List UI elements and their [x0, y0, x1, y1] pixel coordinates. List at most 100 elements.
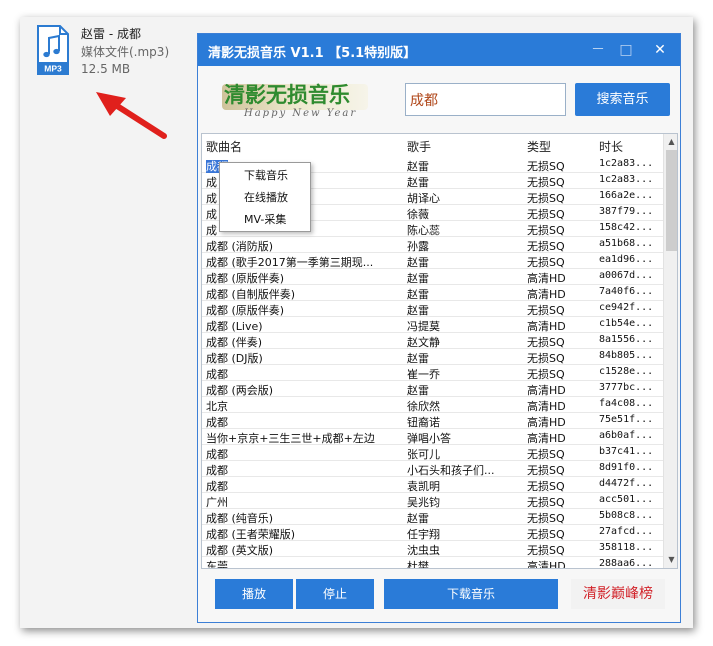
- artist-cell: 赵雷: [407, 384, 429, 397]
- artist-cell: 小石头和孩子们...: [407, 464, 495, 477]
- duration-cell: c1b54e...: [599, 318, 654, 329]
- type-cell: 高清HD: [527, 416, 566, 429]
- duration-cell: a6b0af...: [599, 430, 654, 441]
- annotation-arrow-icon: [96, 92, 167, 139]
- artist-cell: 赵雷: [407, 352, 429, 365]
- rank-link[interactable]: 清影巅峰榜: [571, 579, 665, 609]
- duration-cell: 358118...: [599, 542, 654, 553]
- type-cell: 无损SQ: [527, 304, 565, 317]
- app-window: 清影无损音乐 V1.1 【5.1特别版】 － □ ✕ 清影无损音乐 Happy …: [197, 33, 681, 623]
- vertical-scrollbar[interactable]: ▲ ▼: [663, 134, 677, 568]
- stop-button[interactable]: 停止: [296, 579, 374, 609]
- table-row[interactable]: 成都 (自制版伴奏) 赵雷 高清HD 7a40f6...: [202, 285, 663, 301]
- column-header-duration[interactable]: 时长: [599, 138, 623, 155]
- type-cell: 无损SQ: [527, 352, 565, 365]
- context-menu-mv[interactable]: MV-采集: [220, 210, 310, 230]
- duration-cell: 8d91f0...: [599, 462, 654, 473]
- table-row[interactable]: 成都 (Live) 冯提莫 高清HD c1b54e...: [202, 317, 663, 333]
- type-cell: 无损SQ: [527, 192, 565, 205]
- table-row[interactable]: 东莞 杜樊 高清HD 288aa6...: [202, 557, 663, 569]
- song-name-cell: 东莞: [206, 560, 228, 569]
- context-menu-download[interactable]: 下载音乐: [220, 166, 310, 186]
- duration-cell: 1c2a83...: [599, 158, 654, 169]
- music-file-icon: MP3: [37, 25, 69, 75]
- song-name-cell: 成都 (原版伴奏): [206, 304, 285, 317]
- song-name-cell: 成都 (自制版伴奏): [206, 288, 296, 301]
- type-cell: 无损SQ: [527, 496, 565, 509]
- search-input[interactable]: 成都: [405, 83, 566, 116]
- table-row[interactable]: 成都 钮裔诺 高清HD 75e51f...: [202, 413, 663, 429]
- duration-cell: fa4c08...: [599, 398, 654, 409]
- type-cell: 无损SQ: [527, 160, 565, 173]
- song-name-cell: 成都 (DJ版): [206, 352, 263, 365]
- artist-cell: 任宇翔: [407, 528, 440, 541]
- scroll-up-icon[interactable]: ▲: [664, 134, 677, 149]
- duration-cell: 27afcd...: [599, 526, 654, 537]
- table-row[interactable]: 广州 吴兆钧 无损SQ acc501...: [202, 493, 663, 509]
- duration-cell: 8a1556...: [599, 334, 654, 345]
- window-title: 清影无损音乐 V1.1 【5.1特别版】: [208, 46, 417, 61]
- duration-cell: 387f79...: [599, 206, 654, 217]
- table-row[interactable]: 成都 张可儿 无损SQ b37c41...: [202, 445, 663, 461]
- table-row[interactable]: 成都 袁凯明 无损SQ d4472f...: [202, 477, 663, 493]
- table-row[interactable]: 成都 崔一乔 无损SQ c1528e...: [202, 365, 663, 381]
- artist-cell: 赵雷: [407, 304, 429, 317]
- duration-cell: 3777bc...: [599, 382, 654, 393]
- type-cell: 高清HD: [527, 384, 566, 397]
- song-name-cell: 成都: [206, 448, 228, 461]
- type-cell: 无损SQ: [527, 448, 565, 461]
- type-cell: 无损SQ: [527, 256, 565, 269]
- table-row[interactable]: 北京 徐欣然 高清HD fa4c08...: [202, 397, 663, 413]
- table-row[interactable]: 成都 (消防版) 孙露 无损SQ a51b68...: [202, 237, 663, 253]
- song-name-cell: 成都: [206, 416, 228, 429]
- artist-cell: 沈虫虫: [407, 544, 440, 557]
- file-name: 赵雷 - 成都: [81, 27, 141, 41]
- artist-cell: 胡译心: [407, 192, 440, 205]
- table-row[interactable]: 成都 (纯音乐) 赵雷 无损SQ 5b08c8...: [202, 509, 663, 525]
- table-row[interactable]: 成都 (歌手2017第一季第三期现... 赵雷 无损SQ ea1d96...: [202, 253, 663, 269]
- download-button[interactable]: 下载音乐: [384, 579, 558, 609]
- table-row[interactable]: 当你+京京+三生三世+成都+左边 弹唱小答 高清HD a6b0af...: [202, 429, 663, 445]
- file-type: 媒体文件(.mp3): [81, 45, 170, 59]
- minimize-button[interactable]: －: [588, 40, 608, 60]
- table-row[interactable]: 成都 小石头和孩子们... 无损SQ 8d91f0...: [202, 461, 663, 477]
- artist-cell: 赵雷: [407, 256, 429, 269]
- duration-cell: d4472f...: [599, 478, 654, 489]
- type-cell: 高清HD: [527, 400, 566, 413]
- column-header-name[interactable]: 歌曲名: [206, 138, 242, 155]
- app-logo: 清影无损音乐 Happy New Year: [222, 78, 368, 122]
- file-badge: MP3: [44, 64, 62, 74]
- artist-cell: 赵文静: [407, 336, 440, 349]
- type-cell: 无损SQ: [527, 480, 565, 493]
- close-button[interactable]: ✕: [650, 40, 670, 60]
- song-name-cell: 成都 (伴奏): [206, 336, 263, 349]
- duration-cell: a0067d...: [599, 270, 654, 281]
- table-row[interactable]: 成都 (原版伴奏) 赵雷 高清HD a0067d...: [202, 269, 663, 285]
- duration-cell: c1528e...: [599, 366, 654, 377]
- artist-cell: 吴兆钧: [407, 496, 440, 509]
- artist-cell: 袁凯明: [407, 480, 440, 493]
- duration-cell: 158c42...: [599, 222, 654, 233]
- play-button[interactable]: 播放: [215, 579, 293, 609]
- table-row[interactable]: 成都 (英文版) 沈虫虫 无损SQ 358118...: [202, 541, 663, 557]
- table-row[interactable]: 成都 (伴奏) 赵文静 无损SQ 8a1556...: [202, 333, 663, 349]
- title-bar[interactable]: 清影无损音乐 V1.1 【5.1特别版】 － □ ✕: [198, 34, 680, 66]
- type-cell: 无损SQ: [527, 544, 565, 557]
- song-name-cell: 成都: [206, 464, 228, 477]
- file-size: 12.5 MB: [81, 62, 131, 76]
- search-button[interactable]: 搜索音乐: [575, 83, 670, 116]
- duration-cell: ce942f...: [599, 302, 654, 313]
- artist-cell: 徐欣然: [407, 400, 440, 413]
- column-header-artist[interactable]: 歌手: [407, 138, 431, 155]
- artist-cell: 赵雷: [407, 288, 429, 301]
- screenshot-canvas: MP3 赵雷 - 成都 媒体文件(.mp3) 12.5 MB 清影无损音乐 V1…: [0, 0, 713, 646]
- context-menu-play-online[interactable]: 在线播放: [220, 188, 310, 208]
- table-row[interactable]: 成都 (DJ版) 赵雷 无损SQ 84b805...: [202, 349, 663, 365]
- table-row[interactable]: 成都 (原版伴奏) 赵雷 无损SQ ce942f...: [202, 301, 663, 317]
- table-row[interactable]: 成都 (王者荣耀版) 任宇翔 无损SQ 27afcd...: [202, 525, 663, 541]
- table-row[interactable]: 成都 (两会版) 赵雷 高清HD 3777bc...: [202, 381, 663, 397]
- column-header-type[interactable]: 类型: [527, 138, 551, 155]
- scroll-down-icon[interactable]: ▼: [664, 552, 677, 567]
- scroll-thumb[interactable]: [666, 150, 677, 251]
- maximize-button[interactable]: □: [616, 40, 636, 60]
